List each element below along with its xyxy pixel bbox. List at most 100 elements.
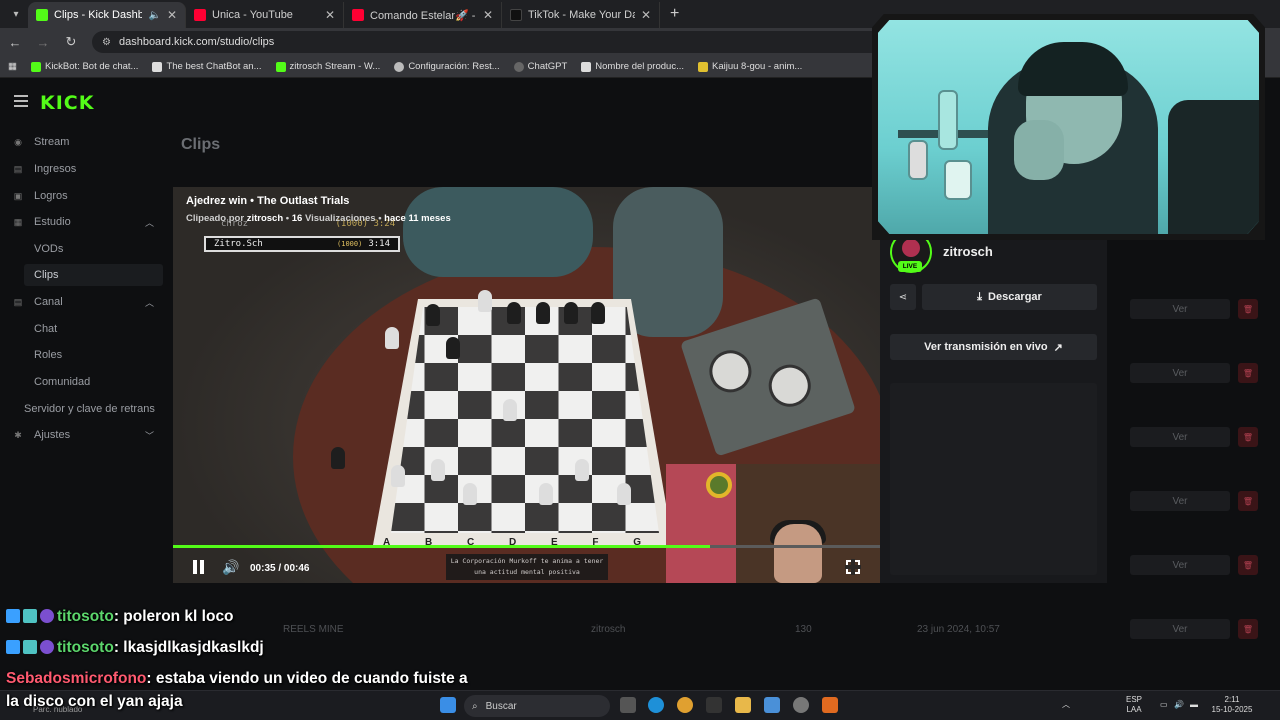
sidebar-item-comunidad[interactable]: Comunidad bbox=[34, 371, 163, 393]
chess-piece bbox=[391, 465, 405, 487]
menu-icon[interactable] bbox=[14, 95, 28, 107]
delete-clip-button[interactable]: 🗑 bbox=[1238, 555, 1258, 575]
sidebar-item-stream[interactable]: ◉ Stream bbox=[12, 131, 162, 153]
bookmark-item[interactable]: Configuración: Rest... bbox=[394, 61, 500, 72]
gear-icon: ✱ bbox=[14, 429, 22, 440]
sidebar-item-estudio[interactable]: ▦ Estudio ︿ bbox=[12, 211, 162, 233]
fullscreen-icon[interactable] bbox=[845, 559, 861, 575]
url-input[interactable]: ⚙ dashboard.kick.com/studio/clips bbox=[92, 31, 912, 53]
view-clip-button[interactable]: Ver bbox=[1130, 619, 1230, 639]
tab-kick-dashboard[interactable]: Clips - Kick Dashboard 🔈 ✕ bbox=[28, 2, 186, 28]
delete-clip-button[interactable]: 🗑 bbox=[1238, 619, 1258, 639]
clip-side-panel: LIVE zitrosch ⋖ ⤓ Descargar Ver transmisi… bbox=[880, 187, 1107, 583]
share-button[interactable]: ⋖ bbox=[890, 284, 916, 310]
kick-logo[interactable]: KICK bbox=[40, 92, 94, 114]
delete-clip-button[interactable]: 🗑 bbox=[1238, 427, 1258, 447]
webcam-video bbox=[878, 20, 1259, 234]
tab-tiktok[interactable]: TikTok - Make Your Day ✕ bbox=[502, 2, 660, 28]
search-placeholder: Buscar bbox=[485, 700, 517, 712]
delete-clip-button[interactable]: 🗑 bbox=[1238, 299, 1258, 319]
bookmark-item[interactable]: The best ChatBot an... bbox=[152, 61, 262, 72]
chess-piece bbox=[446, 337, 460, 359]
back-arrow-icon[interactable]: ← bbox=[8, 35, 22, 50]
sidebar-item-label: Ingresos bbox=[34, 163, 77, 175]
chrome-icon[interactable] bbox=[677, 697, 693, 713]
reload-icon[interactable]: ↻ bbox=[64, 34, 78, 50]
chevron-up-icon[interactable]: ︿ bbox=[1062, 700, 1070, 710]
tab-search-button[interactable]: ▾ bbox=[4, 4, 28, 24]
notepad-icon[interactable] bbox=[764, 697, 780, 713]
new-tab-button[interactable]: + bbox=[670, 5, 679, 23]
taskbar-search[interactable]: ⌕ Buscar bbox=[464, 695, 610, 717]
youtube-favicon-icon bbox=[194, 9, 206, 21]
sidebar-item-label: Canal bbox=[34, 296, 63, 308]
sidebar-item-clips[interactable]: Clips bbox=[24, 264, 163, 286]
app-icon[interactable] bbox=[793, 697, 809, 713]
windows-start-icon[interactable] bbox=[440, 697, 456, 713]
close-tab-icon[interactable]: ✕ bbox=[325, 8, 335, 22]
close-tab-icon[interactable]: ✕ bbox=[483, 8, 493, 22]
sidebar-item-chat[interactable]: Chat bbox=[34, 318, 163, 340]
speaker-icon[interactable]: 🔊 bbox=[1174, 700, 1184, 710]
clock[interactable]: 2:11 15-10-2025 bbox=[1208, 695, 1256, 715]
terminal-icon[interactable] bbox=[706, 697, 722, 713]
task-view-icon[interactable] bbox=[620, 697, 636, 713]
close-tab-icon[interactable]: ✕ bbox=[641, 8, 651, 22]
chess-piece bbox=[507, 302, 521, 324]
speaker-icon[interactable]: 🔈 bbox=[148, 10, 160, 21]
clip-row-author: zitrosch bbox=[591, 624, 626, 635]
language-indicator[interactable]: ESP LAA bbox=[1126, 695, 1142, 715]
sidebar-item-ajustes[interactable]: ✱ Ajustes ﹀ bbox=[12, 424, 162, 446]
app-icon[interactable] bbox=[822, 697, 838, 713]
apps-grid-icon[interactable]: ▦ bbox=[8, 61, 17, 72]
bookmark-item[interactable]: Kaijuu 8-gou - anim... bbox=[698, 61, 802, 72]
download-label: Descargar bbox=[988, 291, 1042, 303]
bookmark-label: ChatGPT bbox=[527, 61, 568, 72]
view-clip-button[interactable]: Ver bbox=[1130, 363, 1230, 383]
video-time: 00:35 / 00:46 bbox=[250, 563, 310, 574]
chat-message: Sebadosmicrofono: estaba viendo un video… bbox=[6, 670, 468, 687]
watch-live-button[interactable]: Ver transmisión en vivo ↗ bbox=[890, 334, 1097, 360]
sidebar-item-roles[interactable]: Roles bbox=[34, 344, 163, 366]
sidebar-item-servidor[interactable]: Servidor y clave de retrans bbox=[24, 398, 172, 420]
bookmark-item[interactable]: Nombre del produc... bbox=[581, 61, 684, 72]
sidebar-item-label: Roles bbox=[34, 349, 63, 361]
chess-piece bbox=[385, 327, 399, 349]
delete-clip-button[interactable]: 🗑 bbox=[1238, 491, 1258, 511]
view-clip-button[interactable]: Ver bbox=[1130, 299, 1230, 319]
volume-icon[interactable]: 🔊 bbox=[222, 559, 239, 576]
sidebar-item-logros[interactable]: ▣ Logros bbox=[12, 185, 162, 207]
tiktok-favicon-icon bbox=[510, 9, 522, 21]
forward-arrow-icon[interactable]: → bbox=[36, 35, 50, 50]
video-progress-bar[interactable] bbox=[173, 545, 880, 548]
bookmark-item[interactable]: KickBot: Bot de chat... bbox=[30, 61, 138, 72]
og-badge-icon bbox=[23, 609, 37, 623]
tab-youtube-comando[interactable]: Comando Estelar🚀 - Germani ✕ bbox=[344, 2, 502, 28]
bookmark-item[interactable]: zitrosch Stream - W... bbox=[275, 61, 381, 72]
site-info-icon[interactable]: ⚙ bbox=[102, 37, 111, 48]
view-clip-button[interactable]: Ver bbox=[1130, 555, 1230, 575]
view-clip-button[interactable]: Ver bbox=[1130, 491, 1230, 511]
sidebar-item-canal[interactable]: ▤ Canal ︿ bbox=[12, 291, 162, 313]
sidebar-item-ingresos[interactable]: ▤ Ingresos bbox=[12, 158, 162, 180]
clipper-name[interactable]: zitrosch bbox=[247, 213, 283, 224]
sidebar-item-vods[interactable]: VODs bbox=[34, 238, 163, 260]
bookmark-item[interactable]: ChatGPT bbox=[513, 61, 568, 72]
bookmark-label: zitrosch Stream - W... bbox=[289, 61, 381, 72]
clip-category[interactable]: The Outlast Trials bbox=[257, 195, 349, 207]
streamer-name[interactable]: zitrosch bbox=[943, 244, 993, 259]
battery-icon[interactable]: ▬ bbox=[1190, 700, 1198, 710]
chevron-up-icon: ︿ bbox=[144, 217, 154, 228]
file-explorer-icon[interactable] bbox=[735, 697, 751, 713]
download-button[interactable]: ⤓ Descargar bbox=[922, 284, 1097, 310]
edge-icon[interactable] bbox=[648, 697, 664, 713]
flower-icon bbox=[706, 472, 732, 498]
close-tab-icon[interactable]: ✕ bbox=[167, 8, 177, 22]
pause-button[interactable] bbox=[193, 560, 207, 576]
delete-clip-button[interactable]: 🗑 bbox=[1238, 363, 1258, 383]
video-subtitle: La Corporación Murkoff te anima a tener u… bbox=[446, 554, 608, 580]
tab-youtube-unica[interactable]: Unica - YouTube ✕ bbox=[186, 2, 344, 28]
view-clip-button[interactable]: Ver bbox=[1130, 427, 1230, 447]
clip-video-player[interactable]: A B C D E F G H chroz (1000) 3:24 Zitro.… bbox=[173, 187, 880, 583]
network-icon[interactable]: ▭ bbox=[1160, 700, 1168, 710]
